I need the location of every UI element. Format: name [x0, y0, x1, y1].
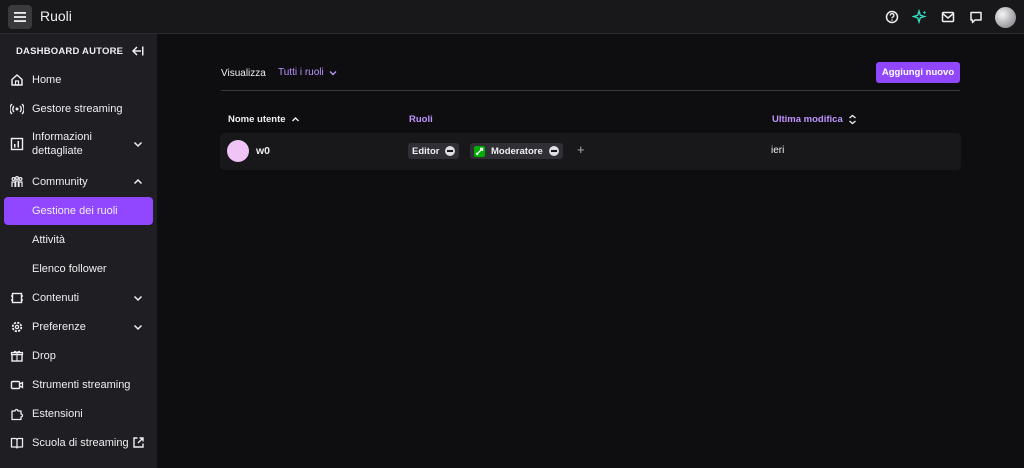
sidebar-item-label: Informazioni dettagliate: [32, 131, 92, 157]
remove-role-icon[interactable]: [445, 146, 456, 156]
chevron-down-icon: [133, 295, 143, 302]
sidebar-item-stream-manager[interactable]: Gestore streaming: [4, 95, 153, 123]
column-header-label: Nome utente: [228, 114, 286, 125]
sidebar-item-label: Strumenti streaming: [32, 379, 131, 391]
help-icon[interactable]: [883, 8, 901, 26]
divider: [221, 90, 960, 91]
inbox-icon[interactable]: [939, 8, 957, 26]
sidebar-item-insights[interactable]: Informazioni dettagliate: [4, 124, 153, 164]
menu-button[interactable]: [8, 5, 32, 29]
sidebar-item-role-management[interactable]: Gestione dei ruoli: [4, 197, 153, 225]
sidebar-item-label: Home: [32, 74, 62, 86]
gear-icon: [11, 321, 23, 333]
sidebar: DASHBOARD AUTORE Home Gestore streaming …: [0, 34, 157, 468]
sidebar-item-label: Scuola di streaming: [32, 437, 129, 449]
sidebar-item-extensions[interactable]: Estensioni: [4, 400, 153, 428]
page-title: Ruoli: [40, 8, 72, 24]
sidebar-item-stream-tools[interactable]: Strumenti streaming: [4, 371, 153, 399]
column-header-roles[interactable]: Ruoli: [409, 114, 433, 125]
role-chip-label: Editor: [412, 145, 440, 157]
sidebar-item-label: Attività: [32, 234, 66, 246]
role-chip-moderator: Moderatore: [470, 143, 563, 159]
broadcast-icon: [10, 103, 24, 115]
row-last-modified: ieri: [771, 145, 785, 156]
sidebar-item-community[interactable]: Community: [4, 168, 153, 196]
filter-label: Visualizza: [221, 68, 266, 79]
sort-ascending-icon: [291, 117, 299, 122]
table-row: w0 Editor Moderatore + ieri: [220, 133, 961, 170]
remove-role-icon[interactable]: [548, 146, 559, 156]
chevron-down-icon: [133, 141, 143, 148]
home-icon: [11, 74, 23, 86]
puzzle-icon: [11, 408, 24, 421]
top-bar: Ruoli: [0, 0, 1024, 34]
user-avatar[interactable]: [995, 6, 1016, 28]
add-new-button[interactable]: Aggiungi nuovo: [876, 62, 960, 83]
sidebar-item-home[interactable]: Home: [4, 66, 153, 94]
sidebar-item-label: Estensioni: [32, 408, 83, 420]
sidebar-item-follower-list[interactable]: Elenco follower: [4, 255, 153, 283]
column-header-label: Ruoli: [409, 114, 433, 125]
sidebar-item-label: Gestore streaming: [32, 103, 123, 115]
insights-icon: [10, 137, 24, 151]
external-link-icon: [133, 437, 144, 448]
chevron-up-icon: [133, 178, 143, 185]
role-filter-value: Tutti i ruoli: [278, 67, 324, 78]
column-header-username[interactable]: Nome utente: [228, 114, 300, 125]
sort-icon: [848, 114, 856, 125]
sidebar-item-preferences[interactable]: Preferenze: [4, 313, 153, 341]
sidebar-item-label: Elenco follower: [32, 263, 107, 275]
moderator-sword-icon: [474, 145, 485, 157]
column-header-label: Ultima modifica: [772, 114, 843, 125]
gift-icon: [10, 350, 24, 362]
sidebar-item-label: Drop: [32, 350, 56, 362]
community-icon: [11, 176, 23, 187]
sidebar-item-content[interactable]: Contenuti: [4, 284, 153, 312]
add-role-icon[interactable]: +: [577, 142, 585, 157]
sidebar-item-drops[interactable]: Drop: [4, 342, 153, 370]
role-chip-editor: Editor: [408, 143, 460, 159]
chevron-down-icon: [133, 324, 143, 331]
main-content: Visualizza Tutti i ruoli Aggiungi nuovo …: [157, 34, 1024, 468]
row-username[interactable]: w0: [256, 145, 270, 157]
sidebar-item-label: Gestione dei ruoli: [32, 205, 118, 217]
role-filter-dropdown[interactable]: Tutti i ruoli: [278, 67, 338, 78]
sidebar-item-label: Community: [32, 176, 88, 188]
sidebar-title: DASHBOARD AUTORE: [16, 46, 124, 57]
collapse-sidebar-icon[interactable]: [130, 44, 144, 58]
sidebar-item-label: Contenuti: [32, 292, 80, 304]
chevron-down-icon: [329, 70, 337, 75]
column-header-last-modified[interactable]: Ultima modifica: [772, 114, 857, 125]
sidebar-item-label: Preferenze: [32, 321, 86, 333]
content-icon: [11, 292, 23, 304]
whispers-icon[interactable]: [967, 8, 985, 26]
avatar[interactable]: [227, 140, 249, 162]
role-chip-label: Moderatore: [491, 145, 543, 157]
sparkle-icon[interactable]: [911, 8, 929, 26]
book-icon: [10, 437, 24, 449]
sidebar-item-activity[interactable]: Attività: [4, 226, 153, 254]
hamburger-icon: [14, 12, 26, 22]
sidebar-item-streaming-school[interactable]: Scuola di streaming: [4, 429, 153, 457]
camera-icon: [10, 380, 24, 390]
